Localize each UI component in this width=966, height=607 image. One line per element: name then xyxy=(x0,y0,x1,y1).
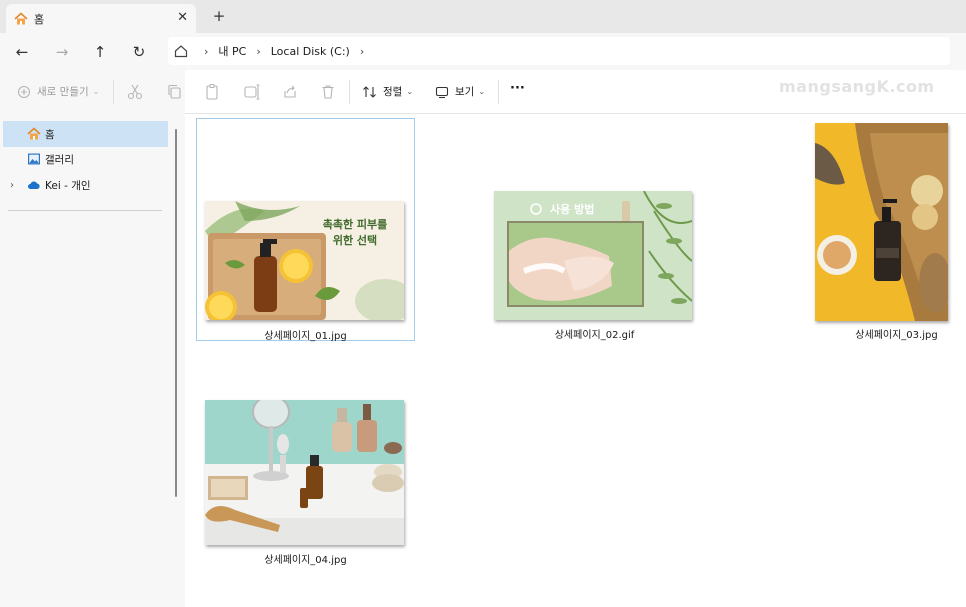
gallery-icon xyxy=(28,153,40,165)
thumbnail-image: 촉촉한 피부를 위한 선택 xyxy=(205,201,404,320)
breadcrumb-separator[interactable]: › xyxy=(256,45,260,58)
svg-text:위한 선택: 위한 선택 xyxy=(333,233,377,247)
navigation-bar: ← → ↑ ↻ › 내 PC › Local Disk (C:) › xyxy=(0,33,966,70)
file-thumbnail: 촉촉한 피부를 위한 선택 xyxy=(205,201,404,320)
copy-icon[interactable] xyxy=(165,82,185,102)
sidebar-item-label: Kei - 개인 xyxy=(45,179,91,192)
file-item[interactable]: 상세페이지_03.jpg xyxy=(775,118,966,341)
sidebar-divider xyxy=(8,210,162,211)
sort-button[interactable]: 정렬 ⌄ xyxy=(362,84,413,99)
chevron-down-icon: ⌄ xyxy=(406,87,414,96)
watermark: mangsangK.com xyxy=(779,77,935,96)
file-thumbnail xyxy=(205,400,404,545)
sidebar-item-label: 홈 xyxy=(45,128,55,141)
sidebar-scrollbar[interactable] xyxy=(175,129,177,497)
file-item[interactable]: 사용 방법 상세페이지_02.gif xyxy=(485,118,704,341)
file-item[interactable]: 상세페이지_04.jpg xyxy=(196,391,415,571)
file-item[interactable]: 촉촉한 피부를 위한 선택 상세페이지_01.jpg xyxy=(196,118,415,342)
chevron-down-icon: ⌄ xyxy=(92,87,100,96)
file-name[interactable]: 상세페이지_04.jpg xyxy=(196,551,415,566)
cut-icon[interactable] xyxy=(125,82,145,102)
sort-button-label: 정렬 xyxy=(383,86,403,98)
home-icon xyxy=(14,11,28,24)
sidebar-item-onedrive[interactable]: › Kei - 개인 xyxy=(3,172,168,198)
view-icon xyxy=(435,86,449,98)
thumbnail-image: 사용 방법 xyxy=(494,191,692,320)
forward-button[interactable]: → xyxy=(49,39,75,65)
rename-icon[interactable] xyxy=(242,82,262,102)
file-name[interactable]: 상세페이지_03.jpg xyxy=(775,326,966,341)
view-button[interactable]: 보기 ⌄ xyxy=(435,84,485,99)
new-button[interactable]: 새로 만들기 ⌄ xyxy=(17,84,99,99)
chevron-right-icon[interactable]: › xyxy=(10,180,14,191)
sidebar-item-gallery[interactable]: 갤러리 xyxy=(3,146,168,172)
new-tab-button[interactable]: + xyxy=(208,5,230,27)
onedrive-cloud-icon xyxy=(28,181,40,189)
sidebar-item-home[interactable]: 홈 xyxy=(3,121,168,147)
command-bar: 새로 만들기 ⌄ 정렬 ⌄ 보기 ⌄ ··· mangsangK.com xyxy=(0,70,966,114)
view-button-label: 보기 xyxy=(455,86,475,98)
sidebar-item-label: 갤러리 xyxy=(45,153,74,166)
toolbar-divider xyxy=(113,80,114,104)
breadcrumb-separator[interactable]: › xyxy=(204,45,208,58)
file-list: 촉촉한 피부를 위한 선택 상세페이지_01.jpg 사용 방법 상세페이지_0… xyxy=(185,114,966,607)
svg-text:사용 방법: 사용 방법 xyxy=(550,202,594,216)
new-button-label: 새로 만들기 xyxy=(37,86,89,98)
breadcrumb-separator[interactable]: › xyxy=(360,45,364,58)
file-thumbnail xyxy=(815,123,948,321)
file-thumbnail: 사용 방법 xyxy=(494,191,692,320)
sort-icon xyxy=(363,85,376,98)
thumbnail-image xyxy=(205,400,404,545)
file-name[interactable]: 상세페이지_01.jpg xyxy=(197,327,414,342)
close-tab-icon[interactable]: ✕ xyxy=(177,10,188,25)
up-button[interactable]: ↑ xyxy=(87,39,113,65)
home-icon xyxy=(27,127,41,140)
thumbnail-image xyxy=(815,123,948,321)
back-button[interactable]: ← xyxy=(9,39,35,65)
svg-text:촉촉한 피부를: 촉촉한 피부를 xyxy=(323,217,388,231)
plus-circle-icon xyxy=(17,85,31,98)
address-bar[interactable]: › 내 PC › Local Disk (C:) › xyxy=(168,37,950,65)
tab-home[interactable]: 홈 ✕ xyxy=(6,4,196,33)
home-icon[interactable] xyxy=(174,44,188,58)
tab-title: 홈 xyxy=(34,12,45,26)
paste-icon[interactable] xyxy=(202,82,222,102)
breadcrumb-local-disk[interactable]: Local Disk (C:) xyxy=(271,45,350,58)
breadcrumb-my-pc[interactable]: 내 PC xyxy=(218,43,246,59)
toolbar-divider xyxy=(498,80,499,104)
file-name[interactable]: 상세페이지_02.gif xyxy=(485,326,704,341)
delete-icon[interactable] xyxy=(318,82,338,102)
share-icon[interactable] xyxy=(280,82,300,102)
navigation-pane: 홈 갤러리 › Kei - 개인 xyxy=(0,114,185,607)
title-bar: 홈 ✕ + xyxy=(0,0,966,33)
more-options-button[interactable]: ··· xyxy=(510,81,525,96)
chevron-down-icon: ⌄ xyxy=(478,87,486,96)
refresh-button[interactable]: ↻ xyxy=(126,39,152,65)
toolbar-divider xyxy=(349,80,350,104)
